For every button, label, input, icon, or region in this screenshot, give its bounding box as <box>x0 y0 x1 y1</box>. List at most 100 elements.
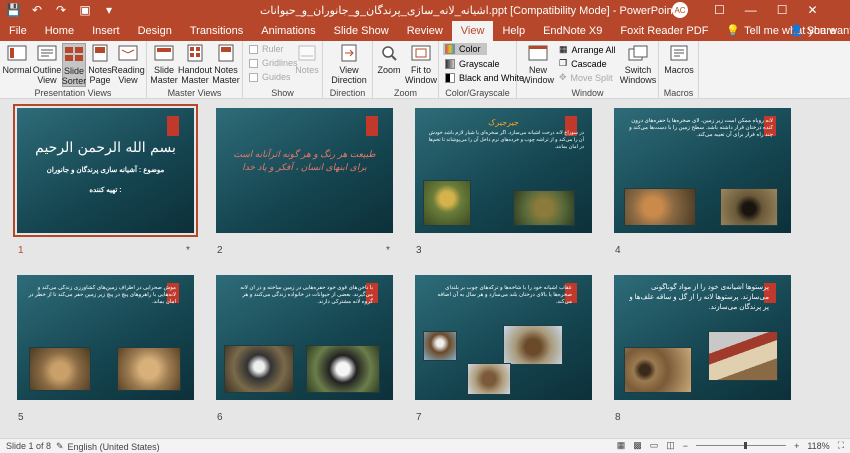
maximize-button[interactable]: ☐ <box>777 3 788 17</box>
reading-view-button[interactable]: Reading View <box>111 43 145 85</box>
zoom-slider-handle[interactable] <box>744 442 748 449</box>
notes-button[interactable]: Notes <box>295 43 319 75</box>
slide-thumbnail-4[interactable]: لانه روباه ممکن است زیر زمین، لای صخره‌ه… <box>614 108 791 233</box>
tab-foxit-reader[interactable]: Foxit Reader PDF <box>611 21 717 41</box>
notes-page-button[interactable]: Notes Page <box>88 43 112 85</box>
cascade-button[interactable]: ❐ Cascade <box>559 58 607 69</box>
outline-view-button[interactable]: Outline View <box>33 43 61 85</box>
slide-count: Slide 1 of 8 <box>6 441 52 451</box>
slide-author: تهیه کننده : <box>89 187 122 194</box>
tab-animations[interactable]: Animations <box>252 21 324 41</box>
bird-nest-photo <box>423 180 471 226</box>
slide-subtitle: موضوع : آشیانه سازی پرندگان و جانوران <box>46 167 165 174</box>
zoom-out-button[interactable]: − <box>683 441 688 451</box>
zoom-button[interactable]: Zoom <box>377 43 401 75</box>
normal-view-status-icon[interactable]: ▦ <box>617 440 626 451</box>
move-split-icon: ✥ <box>559 72 567 82</box>
grayscale-button[interactable]: Grayscale <box>445 59 500 69</box>
animation-indicator-icon[interactable]: * <box>386 245 390 256</box>
ribbon-display-icon[interactable]: ☐ <box>714 3 725 17</box>
black-and-white-button[interactable]: Black and White <box>445 73 524 83</box>
tab-slide-show[interactable]: Slide Show <box>325 21 398 41</box>
slide-body: در سوراخ لانه درخت آشیانه می‌سازد. اگر س… <box>428 130 584 150</box>
move-split-label: Move Split <box>570 72 613 83</box>
zoom-level[interactable]: 118% <box>807 441 829 451</box>
group-zoom: Zoom Fit to Window Zoom <box>373 41 439 99</box>
color-button[interactable]: Color <box>443 43 487 55</box>
customize-qat-icon[interactable]: ▾ <box>102 3 116 17</box>
view-direction-button[interactable]: View Direction <box>331 43 367 85</box>
tab-file[interactable]: File <box>0 21 36 41</box>
grayscale-label: Grayscale <box>459 59 500 69</box>
zoom-in-button[interactable]: + <box>794 441 799 451</box>
tab-insert[interactable]: Insert <box>83 21 129 41</box>
normal-view-button[interactable]: Normal <box>3 43 32 75</box>
macros-group-label: Macros <box>663 88 694 98</box>
guides-label: Guides <box>262 72 291 82</box>
slide-thumbnail-1[interactable]: بسم الله الرحمن الرحيم موضوع : آشیانه سا… <box>13 104 198 237</box>
show-group-label: Show <box>271 88 294 98</box>
slide-thumbnail-2[interactable]: طبیعت هر رنگ و هر گونه اثرآنانه است برای… <box>216 108 393 233</box>
tab-home[interactable]: Home <box>36 21 83 41</box>
slide-sorter-pane[interactable]: بسم الله الرحمن الرحيم موضوع : آشیانه سا… <box>0 99 850 438</box>
slide-sorter-status-icon[interactable]: ▩ <box>633 440 642 451</box>
slide-master-button[interactable]: Slide Master <box>150 43 178 85</box>
slide-body: لانه روباه ممکن است زیر زمین، لای صخره‌ه… <box>629 118 773 138</box>
slide-sorter-button[interactable]: Slide Sorter <box>62 43 86 87</box>
handout-master-icon <box>184 43 206 63</box>
tab-transitions[interactable]: Transitions <box>181 21 252 41</box>
tab-review[interactable]: Review <box>398 21 452 41</box>
tab-view[interactable]: View <box>451 21 494 41</box>
color-swatch-icon <box>445 44 455 54</box>
burrow-photo <box>720 188 778 226</box>
fit-slide-icon[interactable]: ⛶ <box>838 440 844 451</box>
close-button[interactable]: ✕ <box>808 3 818 17</box>
ribbon: Normal Outline View Slide Sorter Notes P… <box>0 41 850 99</box>
gridlines-checkbox[interactable]: Gridlines <box>249 58 298 68</box>
fit-to-window-label: Fit to Window <box>405 65 438 85</box>
handout-master-button[interactable]: Handout Master <box>178 43 212 85</box>
new-window-button[interactable]: New Window <box>521 43 555 85</box>
user-avatar[interactable]: AC <box>672 2 688 18</box>
eagle-nest-photo <box>503 325 563 365</box>
slide-thumbnail-3[interactable]: جیرجیرک در سوراخ لانه درخت آشیانه می‌ساز… <box>415 108 592 233</box>
guides-checkbox[interactable]: Guides <box>249 72 291 82</box>
share-button[interactable]: 👤 Share <box>790 24 836 37</box>
slide-body: عقاب آشیانه خود را با شاخه‌ها و ترکه‌های… <box>437 285 572 305</box>
slide-thumbnail-6[interactable]: با ناخن‌های قوی خود حفره‌هایی در زمین سا… <box>216 275 393 400</box>
slide-show-status-icon[interactable]: ◫ <box>666 440 675 451</box>
badger-photo-2 <box>306 345 380 393</box>
start-from-beginning-icon[interactable]: ▣ <box>78 3 92 17</box>
slide-number: 7 <box>416 412 422 423</box>
slide-thumbnail-8[interactable]: پرستوها آشیانه‌ی خود را از مواد گوناگونی… <box>614 275 791 400</box>
slide-thumbnail-7[interactable]: عقاب آشیانه خود را با شاخه‌ها و ترکه‌های… <box>415 275 592 400</box>
ruler-checkbox[interactable]: Ruler <box>249 44 284 54</box>
color-grayscale-group-label: Color/Grayscale <box>445 88 510 98</box>
view-direction-icon <box>338 43 360 63</box>
save-icon[interactable]: 💾 <box>6 3 21 17</box>
notes-label: Notes <box>295 65 319 75</box>
slide-thumbnail-5[interactable]: موش صحرایی در اطراف زمین‌های کشاورزی زند… <box>17 275 194 400</box>
tab-design[interactable]: Design <box>129 21 181 41</box>
slide-heading: جیرجیرک <box>488 118 519 127</box>
minimize-button[interactable]: — <box>745 3 757 17</box>
zoom-slider[interactable] <box>696 442 787 449</box>
presentation-views-label: Presentation Views <box>34 88 112 98</box>
language-indicator[interactable]: ✎ English (United States) <box>56 441 160 452</box>
tab-endnote[interactable]: EndNote X9 <box>534 21 611 41</box>
notes-master-button[interactable]: Notes Master <box>212 43 240 85</box>
arrange-all-button[interactable]: ▦ Arrange All <box>559 44 616 55</box>
notes-icon <box>296 43 318 63</box>
redo-icon[interactable]: ↷ <box>54 3 68 17</box>
animation-indicator-icon[interactable]: * <box>186 245 190 256</box>
reading-view-status-icon[interactable]: ▭ <box>650 440 659 451</box>
switch-windows-button[interactable]: Switch Windows <box>619 43 657 85</box>
title-bar: 💾 ↶ ↷ ▣ ▾ اشیانه_لانه_سازی_پرندگان_و_جان… <box>0 0 850 21</box>
tab-help[interactable]: Help <box>493 21 534 41</box>
undo-icon[interactable]: ↶ <box>30 3 44 17</box>
fit-to-window-button[interactable]: Fit to Window <box>405 43 437 85</box>
macros-label: Macros <box>664 65 694 75</box>
move-split-button[interactable]: ✥ Move Split <box>559 72 613 83</box>
macros-button[interactable]: Macros <box>663 43 695 75</box>
slide-accent-tab <box>167 116 179 136</box>
